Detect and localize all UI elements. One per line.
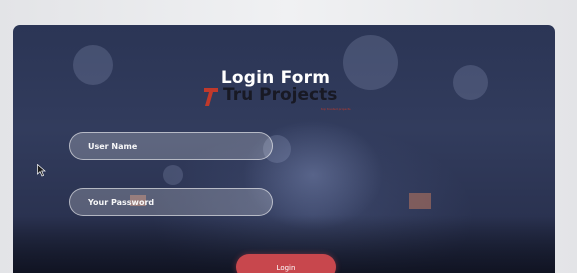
- mouse-pointer-icon: [37, 164, 46, 177]
- brand-watermark: Tru Projects top trusted projects: [203, 85, 373, 113]
- background-light: [163, 165, 183, 185]
- watermark-tagline: top trusted projects: [321, 107, 351, 111]
- tru-projects-logo-icon: [204, 88, 218, 106]
- login-button[interactable]: Login: [236, 254, 336, 273]
- username-input[interactable]: [69, 132, 273, 160]
- password-input[interactable]: [69, 188, 273, 216]
- page-background: Login Form Tru Projects top trusted proj…: [0, 0, 577, 273]
- crowd-sign: [409, 193, 431, 209]
- login-card: Login Form Tru Projects top trusted proj…: [13, 25, 555, 273]
- watermark-brand-text: Tru Projects: [223, 85, 338, 105]
